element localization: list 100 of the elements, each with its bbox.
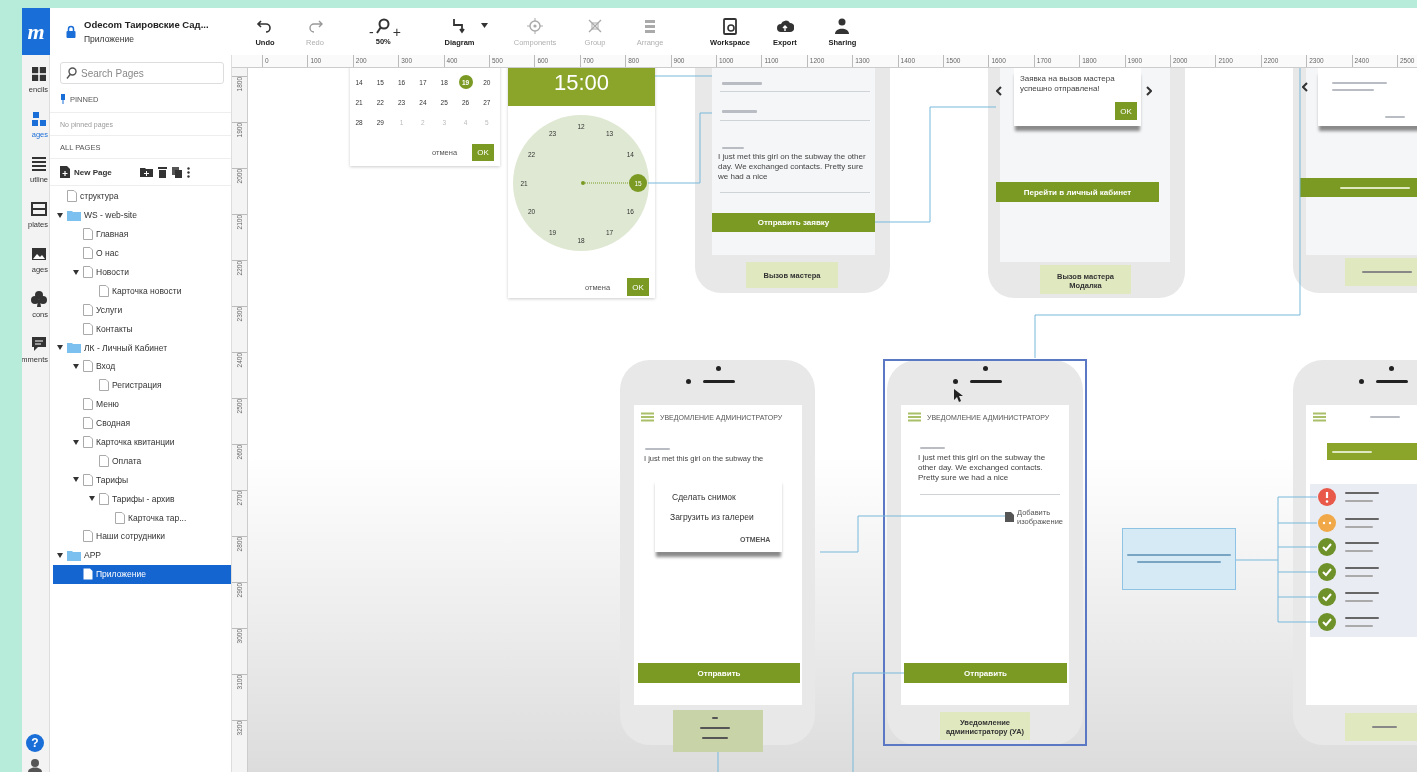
tree-item[interactable]: Тарифы xyxy=(50,470,231,490)
page-icon xyxy=(83,266,93,278)
menu-icon xyxy=(908,412,921,422)
page-icon xyxy=(115,511,125,524)
page-icon xyxy=(83,228,93,241)
tree-item[interactable]: Тарифы - архив xyxy=(50,489,231,509)
lock-icon xyxy=(66,25,76,38)
page-icon xyxy=(99,492,109,505)
trash-icon xyxy=(157,166,167,178)
page-icon xyxy=(99,284,109,297)
tree-item[interactable]: структура xyxy=(50,187,231,206)
tree-item[interactable]: Контакты xyxy=(50,319,231,339)
caret-icon xyxy=(480,23,488,28)
menu-item[interactable]: Сделать снимок xyxy=(672,492,736,502)
cursor-icon xyxy=(954,389,963,402)
camera-dot xyxy=(953,379,958,384)
tree-item[interactable]: Главная xyxy=(50,224,231,244)
pin-icon xyxy=(60,94,66,104)
tree-item[interactable]: О нас xyxy=(50,243,231,263)
time-display: 15:00 xyxy=(508,68,655,106)
page-icon xyxy=(83,473,93,486)
speaker-slot xyxy=(970,380,1002,383)
menu-item[interactable]: Загрузить из галереи xyxy=(670,512,754,522)
camera-dot xyxy=(716,366,721,371)
search-field[interactable]: Search Pages xyxy=(60,62,224,84)
connector-line xyxy=(647,112,713,184)
tree-item[interactable]: Карточка квитанции xyxy=(50,432,231,452)
menu-icon xyxy=(641,412,654,422)
tree-item[interactable]: Приложение xyxy=(53,564,231,584)
tree-item[interactable]: Новости xyxy=(50,262,231,282)
check-icon xyxy=(1318,613,1336,631)
tree-item[interactable]: Наши сотрудники xyxy=(50,527,231,546)
page-icon xyxy=(83,568,93,581)
tree-item[interactable]: WS - web-site xyxy=(50,205,231,225)
tree-item[interactable]: Услуги xyxy=(50,300,231,320)
page-icon xyxy=(83,436,93,448)
connector-line xyxy=(717,751,719,772)
text-placeholder xyxy=(722,82,762,85)
outline-icon xyxy=(30,155,48,173)
chevron-right-icon xyxy=(1146,86,1152,96)
folder-icon xyxy=(67,209,81,221)
pending-icon xyxy=(1318,514,1336,532)
tree-item[interactable]: Карточка тар... xyxy=(50,508,231,528)
page-icon xyxy=(83,360,93,373)
check-icon xyxy=(1318,538,1336,556)
camera-dot xyxy=(1389,366,1394,371)
page-name: Приложение xyxy=(84,34,135,44)
page-icon xyxy=(99,454,109,467)
check-icon xyxy=(1318,563,1336,581)
new-folder-icon xyxy=(139,167,153,177)
text-placeholder xyxy=(722,110,757,113)
copy-icon xyxy=(171,166,182,178)
template-icon xyxy=(30,200,48,218)
document-title: Odecom Таировские Сад... xyxy=(84,19,209,30)
camera-dot xyxy=(983,366,988,371)
tree-item[interactable]: APP xyxy=(50,545,231,565)
page-icon xyxy=(83,398,93,411)
description-text: I just met this girl on the subway the other day. We exchanged contacts. Pretty sure we had a nice xyxy=(918,453,1047,484)
pages-icon xyxy=(30,110,48,128)
page-icon xyxy=(99,379,109,392)
page-icon xyxy=(83,530,93,543)
zoom-out-button[interactable]: - xyxy=(367,23,376,40)
tree-item[interactable]: Меню xyxy=(50,394,231,414)
sticky-note xyxy=(1345,713,1417,741)
tree-item[interactable]: ЛК - Личный Кабинет xyxy=(50,338,231,357)
search-icon xyxy=(66,67,77,79)
menu-icon xyxy=(1313,412,1326,422)
chevron-left-icon xyxy=(1302,82,1308,92)
tree-item[interactable]: Вход xyxy=(50,357,231,376)
tree-item[interactable]: Карточка новости xyxy=(50,281,231,301)
speaker-slot xyxy=(703,380,735,383)
app-logo: m xyxy=(22,8,50,55)
dropdown-field[interactable] xyxy=(1327,443,1417,460)
help-button[interactable]: ? xyxy=(26,734,44,752)
person-icon xyxy=(27,758,43,772)
new-page-icon xyxy=(60,166,70,178)
folder-icon xyxy=(67,342,81,354)
page-icon xyxy=(83,322,93,335)
page-icon xyxy=(83,303,93,316)
camera-dot xyxy=(686,379,691,384)
page-icon xyxy=(67,190,77,203)
camera-dot xyxy=(1359,379,1364,384)
page-icon xyxy=(83,247,93,260)
document-icon xyxy=(721,16,739,35)
error-icon xyxy=(1318,488,1336,506)
magnifier-icon xyxy=(376,17,391,34)
speaker-slot xyxy=(1376,380,1408,383)
dialog-message: Заявка на вызов мастера успешно отправлена! xyxy=(1020,74,1116,95)
tree-item[interactable]: Оплата xyxy=(50,451,231,471)
zoom-in-button[interactable]: + xyxy=(390,23,403,40)
connector-line xyxy=(654,75,713,77)
more-icon xyxy=(186,166,190,178)
tree-item[interactable]: Регистрация xyxy=(50,375,231,395)
description-text: I just met this girl on the subway the other day. We exchanged contacts. Pretty sure we had a nice xyxy=(718,152,867,183)
page-icon xyxy=(83,417,93,430)
person-icon xyxy=(833,16,852,35)
image-icon xyxy=(1005,512,1014,522)
new-page-button[interactable]: New Page xyxy=(60,166,112,178)
tree-item[interactable]: Сводная xyxy=(50,413,231,433)
sticky-note xyxy=(1345,258,1417,286)
